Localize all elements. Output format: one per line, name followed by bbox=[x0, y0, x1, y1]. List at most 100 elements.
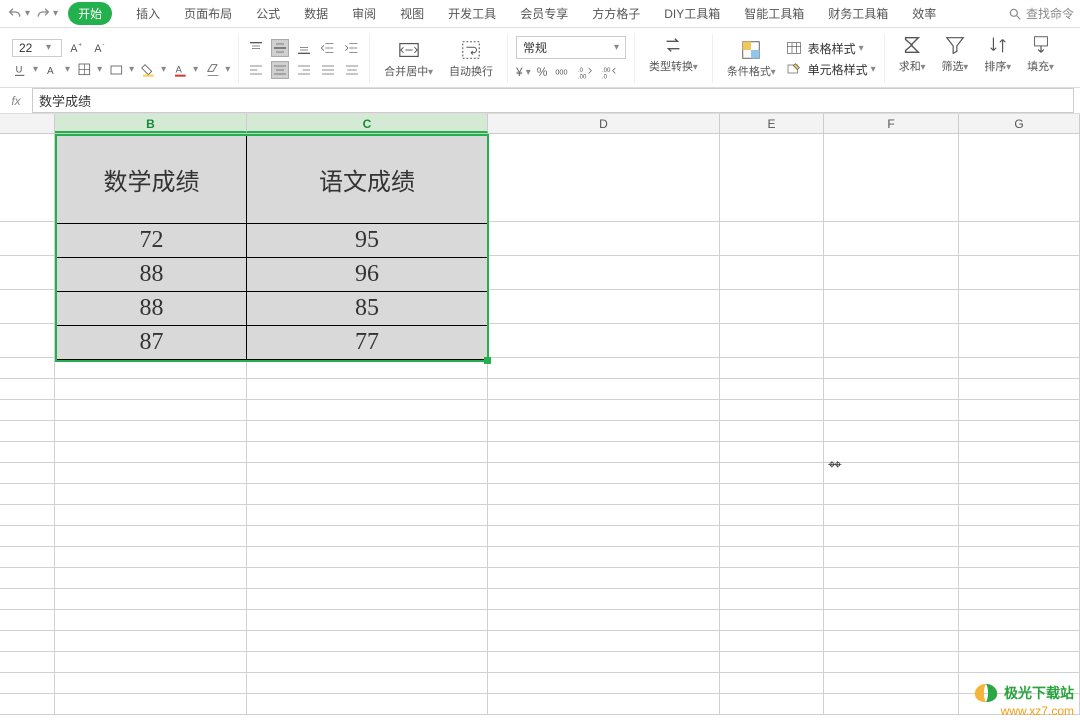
distribute-icon[interactable] bbox=[343, 61, 361, 79]
align-left-icon[interactable] bbox=[247, 61, 265, 79]
font-effects-icon[interactable]: A bbox=[44, 61, 62, 79]
cell-style-button[interactable]: 单元格样式▾ bbox=[786, 61, 876, 78]
type-convert-button[interactable]: 类型转换 ▾ bbox=[643, 34, 704, 83]
tab-insert[interactable]: 插入 bbox=[136, 5, 160, 22]
col-header-b[interactable]: B bbox=[55, 114, 247, 133]
tab-devtools[interactable]: 开发工具 bbox=[448, 5, 496, 22]
increase-indent-icon[interactable] bbox=[343, 39, 361, 57]
sort-icon bbox=[987, 34, 1009, 56]
svg-text:A: A bbox=[47, 66, 54, 77]
header-cell-chinese[interactable]: 语文成绩 bbox=[247, 136, 487, 224]
table-row: 87 77 bbox=[57, 326, 487, 360]
table-row: 88 96 bbox=[57, 258, 487, 292]
justify-icon[interactable] bbox=[319, 61, 337, 79]
filter-button[interactable]: 筛选 ▾ bbox=[936, 34, 975, 83]
formula-input[interactable]: 数学成绩 bbox=[32, 88, 1074, 113]
formula-bar: fx 数学成绩 bbox=[0, 88, 1080, 114]
table-style-button[interactable]: 表格样式▾ bbox=[786, 40, 876, 57]
tab-data[interactable]: 数据 bbox=[304, 5, 328, 22]
column-headers: B C D E F G bbox=[0, 114, 1080, 134]
convert-icon bbox=[662, 34, 684, 56]
font-color-icon[interactable]: A bbox=[172, 61, 190, 79]
styles-group: 条件格式 ▾ 表格样式▾ 单元格样式▾ bbox=[713, 34, 885, 83]
col-header-d[interactable]: D bbox=[488, 114, 720, 133]
wrap-icon bbox=[460, 39, 482, 61]
tab-ffgz[interactable]: 方方格子 bbox=[592, 5, 640, 22]
cond-format-icon bbox=[740, 39, 762, 61]
tab-diy[interactable]: DIY工具箱 bbox=[664, 5, 720, 22]
data-cell[interactable]: 85 bbox=[247, 292, 487, 326]
tab-pagelayout[interactable]: 页面布局 bbox=[184, 5, 232, 22]
watermark-title: 极光下载站 bbox=[1004, 683, 1074, 703]
tab-formula[interactable]: 公式 bbox=[256, 5, 280, 22]
percent-icon[interactable]: % bbox=[537, 63, 548, 81]
svg-text:.0: .0 bbox=[578, 68, 584, 74]
search-command[interactable]: 查找命令 bbox=[1008, 5, 1074, 22]
fx-label[interactable]: fx bbox=[0, 94, 32, 108]
tab-review[interactable]: 审阅 bbox=[352, 5, 376, 22]
align-center-icon[interactable] bbox=[271, 61, 289, 79]
data-cell[interactable]: 87 bbox=[57, 326, 247, 360]
undo-dropdown[interactable]: ▾ bbox=[25, 8, 30, 19]
tab-view[interactable]: 视图 bbox=[400, 5, 424, 22]
number-format-combo[interactable]: 常规▾ bbox=[516, 36, 626, 59]
align-bottom-icon[interactable] bbox=[295, 39, 313, 57]
data-cell[interactable]: 95 bbox=[247, 224, 487, 258]
col-header-c[interactable]: C bbox=[247, 114, 488, 133]
select-all-corner[interactable] bbox=[0, 114, 55, 133]
decrease-font-icon[interactable]: A- bbox=[92, 39, 110, 57]
svg-text:.0: .0 bbox=[602, 75, 608, 80]
selection-range[interactable]: 数学成绩 语文成绩 72 95 88 96 88 85 87 77 bbox=[55, 134, 489, 362]
conditional-format-button[interactable]: 条件格式 ▾ bbox=[721, 39, 782, 79]
tab-efficiency[interactable]: 效率 bbox=[912, 5, 936, 22]
header-cell-math[interactable]: 数学成绩 bbox=[57, 136, 247, 224]
col-header-f[interactable]: F bbox=[824, 114, 959, 133]
fill-color-icon[interactable] bbox=[140, 61, 158, 79]
wrap-text-button[interactable]: 自动换行 bbox=[443, 39, 499, 79]
tab-start[interactable]: 开始 bbox=[68, 2, 112, 25]
data-cell[interactable]: 88 bbox=[57, 258, 247, 292]
fill-handle[interactable] bbox=[484, 357, 491, 364]
redo-icon[interactable] bbox=[34, 5, 52, 23]
col-header-e[interactable]: E bbox=[720, 114, 824, 133]
table-style-icon bbox=[786, 40, 802, 56]
data-cell[interactable]: 77 bbox=[247, 326, 487, 360]
data-cell[interactable]: 72 bbox=[57, 224, 247, 258]
qat-more[interactable]: ▾ bbox=[53, 8, 58, 19]
col-header-g[interactable]: G bbox=[959, 114, 1080, 133]
watermark-url: www.xz7.com bbox=[972, 704, 1074, 718]
increase-decimal-icon[interactable]: .0.00 bbox=[577, 63, 595, 81]
tab-member[interactable]: 会员专享 bbox=[520, 5, 568, 22]
tab-finance[interactable]: 财务工具箱 bbox=[828, 5, 888, 22]
clear-format-icon[interactable] bbox=[204, 61, 222, 79]
merge-wrap-group: 合并居中 ▾ 自动换行 bbox=[370, 34, 508, 83]
decrease-indent-icon[interactable] bbox=[319, 39, 337, 57]
svg-text:.00: .00 bbox=[602, 68, 611, 74]
svg-text:.00: .00 bbox=[578, 75, 587, 80]
data-cell[interactable]: 96 bbox=[247, 258, 487, 292]
fill-button[interactable]: 填充 ▾ bbox=[1021, 34, 1060, 83]
svg-text:-: - bbox=[102, 42, 104, 48]
merge-center-button[interactable]: 合并居中 ▾ bbox=[378, 39, 439, 79]
svg-text:A: A bbox=[176, 64, 183, 74]
sum-button[interactable]: 求和 ▾ bbox=[893, 34, 932, 83]
increase-font-icon[interactable]: A+ bbox=[68, 39, 86, 57]
undo-icon[interactable] bbox=[6, 5, 24, 23]
comma-icon[interactable]: 000 bbox=[553, 63, 571, 81]
borders-icon[interactable] bbox=[76, 61, 94, 79]
align-top-icon[interactable] bbox=[247, 39, 265, 57]
cell-type-icon[interactable] bbox=[108, 61, 126, 79]
search-icon bbox=[1008, 7, 1022, 21]
align-middle-icon[interactable] bbox=[271, 39, 289, 57]
tab-smart[interactable]: 智能工具箱 bbox=[744, 5, 804, 22]
font-size-combo[interactable]: 22▾ bbox=[12, 39, 62, 57]
underline-icon[interactable]: U bbox=[12, 61, 30, 79]
currency-icon[interactable]: ¥ bbox=[516, 63, 523, 81]
decrease-decimal-icon[interactable]: .00.0 bbox=[601, 63, 619, 81]
sort-button[interactable]: 排序 ▾ bbox=[978, 34, 1017, 83]
fill-down-icon bbox=[1030, 34, 1052, 56]
spreadsheet-grid[interactable]: B C D E F G 数学成绩 语文成绩 bbox=[0, 114, 1080, 715]
data-cell[interactable]: 88 bbox=[57, 292, 247, 326]
align-right-icon[interactable] bbox=[295, 61, 313, 79]
editing-group: 求和 ▾ 筛选 ▾ 排序 ▾ 填充 ▾ bbox=[885, 34, 1068, 83]
